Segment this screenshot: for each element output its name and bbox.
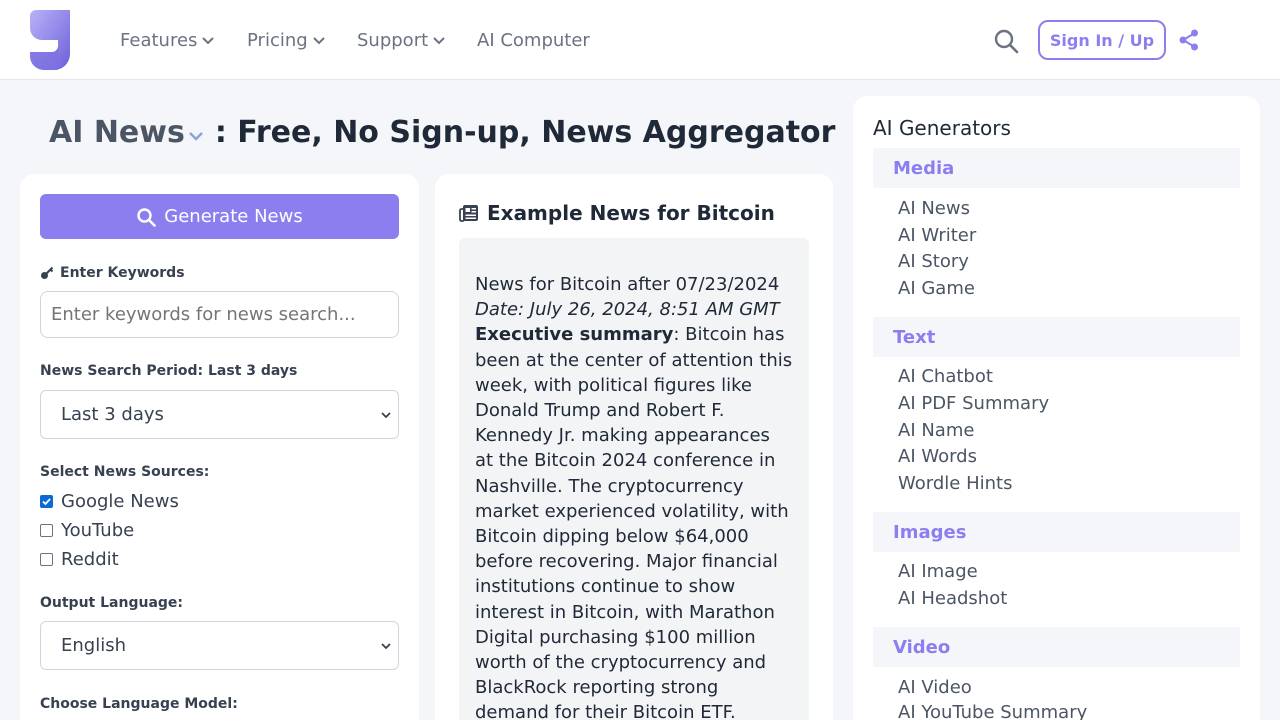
source-google-news[interactable]: Google News [40,490,179,512]
example-title-text: Example News for Bitcoin [487,201,775,225]
sidebar-item-ai-game[interactable]: AI Game [898,278,975,299]
search-icon[interactable] [993,28,1019,54]
sidebar-item-ai-pdf-summary[interactable]: AI PDF Summary [898,393,1049,414]
page-title: AI News : Free, No Sign-up, News Aggrega… [49,112,835,152]
source-youtube[interactable]: YouTube [40,519,134,541]
summary-label: Executive summary [475,324,674,346]
keywords-label: Enter Keywords [40,265,185,281]
nav-support[interactable]: Support [357,28,446,52]
source-reddit[interactable]: Reddit [40,548,119,570]
keywords-input[interactable] [40,291,399,338]
period-select[interactable]: Last 3 days [40,390,399,439]
news-form-card: Generate News Enter Keywords News Search… [20,174,419,720]
chevron-down-icon [381,643,391,650]
example-news-body: News for Bitcoin after 07/23/2024 Date: … [459,238,809,720]
category-images: Images [873,512,1240,552]
source-google-news-label: Google News [61,490,179,512]
nav-ai-computer[interactable]: AI Computer [477,28,590,52]
example-summary: Executive summary: Bitcoin has been at t… [475,322,793,720]
generate-news-button[interactable]: Generate News [40,194,399,239]
sidebar-item-ai-chatbot[interactable]: AI Chatbot [898,366,993,387]
check-icon [42,497,51,505]
sidebar-item-ai-headshot[interactable]: AI Headshot [898,588,1007,609]
checkbox-youtube[interactable] [40,523,53,537]
chevron-down-icon [381,412,391,419]
search-icon [137,207,157,227]
chevron-down-icon [202,37,215,45]
chevron-down-icon[interactable] [187,127,205,145]
keywords-label-text: Enter Keywords [60,265,185,281]
sidebar-item-ai-story[interactable]: AI Story [898,251,969,272]
nav-support-label: Support [357,29,429,51]
model-label: Choose Language Model: [40,696,238,712]
nav-features-label: Features [120,29,198,51]
nav-pricing-label: Pricing [247,29,308,51]
language-select-value: English [61,635,126,656]
source-reddit-label: Reddit [61,548,119,570]
sidebar-item-ai-news[interactable]: AI News [898,198,970,219]
example-news-card: Example News for Bitcoin News for Bitcoi… [435,174,833,720]
nav-pricing[interactable]: Pricing [247,28,326,52]
category-text: Text [873,317,1240,357]
sign-in-button[interactable]: Sign In / Up [1038,20,1166,60]
example-headline: News for Bitcoin after 07/23/2024 [475,274,780,295]
language-select[interactable]: English [40,621,399,670]
generate-news-label: Generate News [164,206,303,227]
period-select-value: Last 3 days [61,404,164,425]
sidebar-item-ai-name[interactable]: AI Name [898,420,974,441]
ai-generators-sidebar: AI Generators Media AI News AI Writer AI… [853,96,1260,720]
sidebar-item-ai-youtube-summary[interactable]: AI YouTube Summary [898,702,1087,720]
sidebar-item-ai-words[interactable]: AI Words [898,446,977,467]
sidebar-title: AI Generators [873,116,1011,140]
source-youtube-label: YouTube [61,519,135,541]
sources-label: Select News Sources: [40,464,210,480]
category-video: Video [873,627,1240,667]
page-title-main[interactable]: AI News [49,115,185,150]
period-label: News Search Period: Last 3 days [40,363,298,379]
top-navbar: Features Pricing Support AI Computer Sig… [0,0,1280,80]
sidebar-item-ai-writer[interactable]: AI Writer [898,225,976,246]
key-icon [41,266,54,279]
chevron-down-icon [433,37,445,45]
language-label: Output Language: [40,595,184,611]
nav-features[interactable]: Features [120,28,215,52]
sidebar-item-wordle-hints[interactable]: Wordle Hints [898,473,1012,494]
category-media: Media [873,148,1240,188]
summary-text: : Bitcoin has been at the center of atte… [475,324,793,720]
chevron-down-icon [312,37,325,45]
nav-ai-computer-label: AI Computer [477,29,590,51]
share-icon[interactable] [1178,29,1200,51]
page-title-rest: : Free, No Sign-up, News Aggregator [214,114,836,150]
logo-icon[interactable] [30,10,70,70]
sidebar-item-ai-video[interactable]: AI Video [898,677,972,698]
newspaper-icon [459,205,478,222]
example-title: Example News for Bitcoin [459,201,775,225]
checkbox-reddit[interactable] [40,552,53,566]
checkbox-google-news[interactable] [40,494,53,508]
example-date: Date: July 26, 2024, 8:51 AM GMT [475,299,780,321]
sidebar-item-ai-image[interactable]: AI Image [898,561,978,582]
